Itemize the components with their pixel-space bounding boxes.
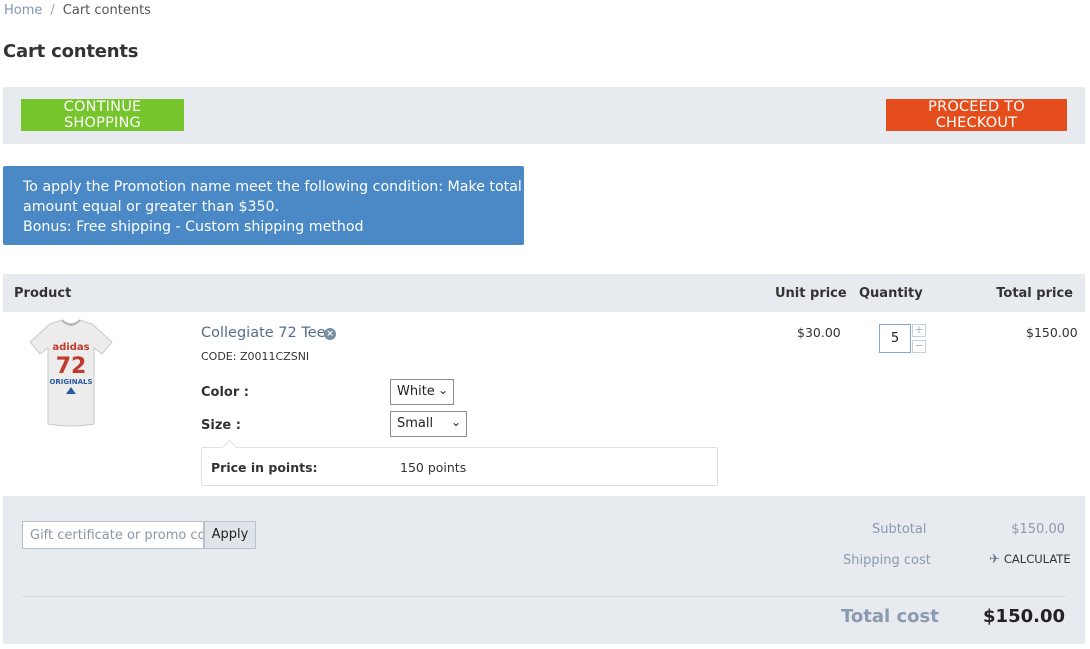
t-shirt-image: adidas 72 ORIGINALS — [29, 319, 113, 427]
svg-text:adidas: adidas — [52, 342, 89, 353]
svg-text:72: 72 — [56, 354, 87, 379]
chevron-down-icon: ⌄ — [437, 383, 448, 397]
chevron-down-icon: ⌄ — [450, 415, 461, 429]
calculate-label: CALCULATE — [1003, 552, 1071, 566]
shipping-cost-label: Shipping cost — [843, 553, 931, 568]
breadcrumb-current: Cart contents — [62, 3, 151, 18]
calculate-shipping-link[interactable]: ✈ CALCULATE — [989, 552, 1071, 567]
quantity-increase-button[interactable]: + — [912, 324, 926, 337]
product-image[interactable]: adidas 72 ORIGINALS — [28, 318, 114, 430]
promotion-notice-line: amount equal or greater than $350. — [23, 199, 280, 215]
header-total-price: Total price — [996, 286, 1073, 301]
breadcrumb-home-link[interactable]: Home — [4, 3, 42, 18]
apply-promo-button[interactable]: Apply — [204, 521, 256, 549]
header-product: Product — [14, 286, 72, 301]
quantity-input[interactable]: 5 — [879, 324, 911, 353]
points-value: 150 points — [400, 460, 467, 475]
promo-code-input[interactable]: Gift certificate or promo code — [22, 521, 204, 549]
breadcrumb: Home / Cart contents — [4, 3, 151, 18]
total-cost-label: Total cost — [841, 606, 939, 627]
price-in-points-box: Price in points: 150 points — [201, 439, 718, 486]
promotion-notice: To apply the Promotion name meet the fol… — [3, 166, 524, 245]
color-select[interactable]: White ⌄ — [390, 379, 454, 405]
unit-price: $30.00 — [797, 325, 841, 340]
header-quantity: Quantity — [859, 286, 923, 301]
total-cost-value: $150.00 — [983, 606, 1065, 627]
line-total-price: $150.00 — [1026, 325, 1078, 340]
size-select-value: Small — [397, 416, 434, 431]
subtotal-label: Subtotal — [872, 522, 927, 537]
color-select-value: White — [397, 384, 435, 399]
size-select[interactable]: Small ⌄ — [390, 411, 467, 437]
airplane-icon: ✈ — [989, 552, 1000, 567]
breadcrumb-separator: / — [50, 3, 55, 18]
cart-table-header: Product Unit price Quantity Total price — [3, 274, 1085, 312]
quantity-decrease-button[interactable]: − — [912, 340, 926, 353]
points-label: Price in points: — [211, 460, 318, 475]
product-name-link[interactable]: Collegiate 72 Tee — [201, 325, 326, 341]
svg-text:ORIGINALS: ORIGINALS — [49, 378, 92, 386]
action-bar: CONTINUE SHOPPING PROCEED TO CHECKOUT — [3, 87, 1085, 144]
summary-divider — [22, 596, 1066, 597]
points-box-notch — [221, 439, 238, 456]
promotion-notice-line: To apply the Promotion name meet the fol… — [23, 179, 522, 195]
promotion-notice-line: Bonus: Free shipping - Custom shipping m… — [23, 219, 364, 235]
page-title: Cart contents — [3, 41, 139, 62]
remove-icon[interactable]: × — [324, 328, 336, 340]
subtotal-value: $150.00 — [1011, 522, 1065, 537]
continue-shopping-button[interactable]: CONTINUE SHOPPING — [21, 99, 184, 131]
product-code: CODE: Z0011CZSNI — [201, 350, 310, 363]
cart-summary: Gift certificate or promo code Apply Sub… — [3, 496, 1085, 644]
option-label-color: Color : — [201, 385, 249, 400]
header-unit-price: Unit price — [775, 286, 847, 301]
proceed-to-checkout-button[interactable]: PROCEED TO CHECKOUT — [886, 99, 1067, 131]
option-label-size: Size : — [201, 418, 241, 433]
